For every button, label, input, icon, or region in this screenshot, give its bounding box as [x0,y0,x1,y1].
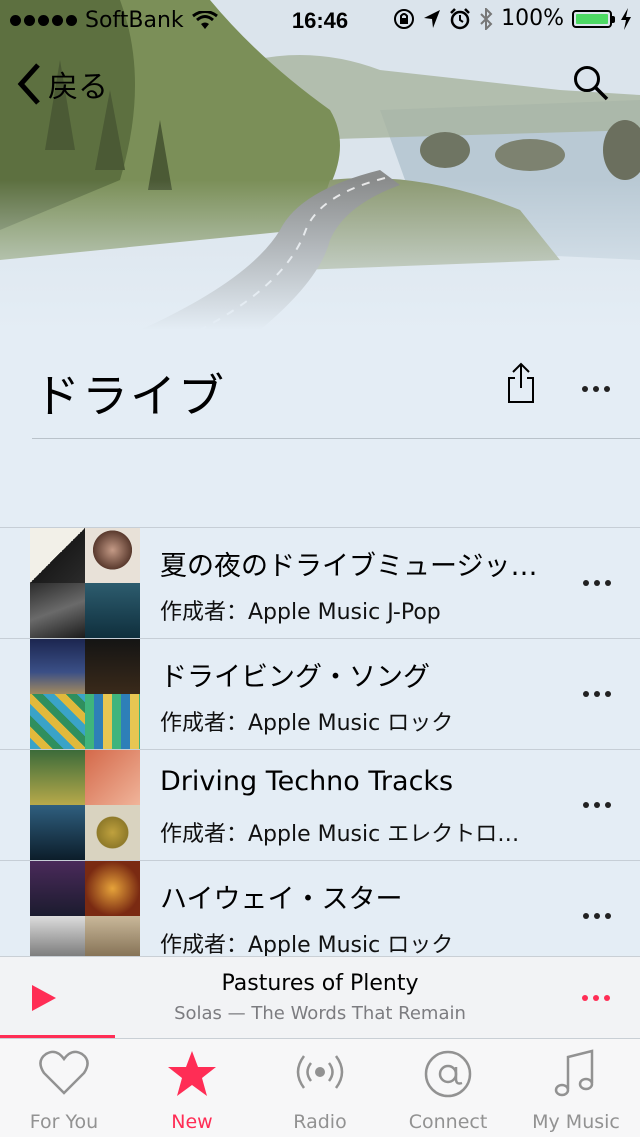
charging-icon [621,7,631,30]
tab-label: My Music [532,1111,620,1133]
page-title: ドライブ [34,369,226,423]
orientation-lock-icon [394,8,415,29]
playlist-list: 夏の夜のドライブミュージッ… 作成者：Apple Music J-Pop ドライ… [0,527,640,971]
row-more-button[interactable] [583,691,611,697]
star-icon [168,1051,216,1096]
tab-label: Connect [408,1111,488,1133]
playlist-author: 作成者：Apple Music エレクトロ… [160,822,520,847]
share-icon [508,362,534,403]
player-more-button[interactable] [582,995,610,1001]
location-icon [424,9,441,28]
tab-connect[interactable]: Connect [384,1039,512,1137]
playlist-artwork [30,861,140,971]
alarm-icon [450,7,470,29]
now-playing-artist: Solas — The Words That Remain [174,1003,466,1024]
tab-my-music[interactable]: My Music [512,1039,640,1137]
playlist-author: 作成者：Apple Music J-Pop [160,600,441,625]
playlist-author: 作成者：Apple Music ロック [160,711,454,736]
hero-image [0,0,640,330]
tab-for-you[interactable]: For You [0,1039,128,1137]
search-icon [574,66,609,101]
tab-label: For You [29,1111,99,1133]
more-button[interactable] [582,386,610,392]
playlist-artwork [30,528,140,638]
music-note-icon [554,1049,594,1097]
divider [32,438,640,439]
bluetooth-icon [480,7,493,30]
tab-radio[interactable]: Radio [256,1039,384,1137]
back-label: 戻る [48,70,108,105]
tab-label: New [171,1111,213,1133]
at-icon [424,1050,472,1098]
playlist-artwork [30,750,140,860]
row-more-button[interactable] [583,580,611,586]
battery-icon [572,9,615,28]
playlist-author: 作成者：Apple Music ロック [160,933,454,958]
back-button[interactable]: 戻る [16,62,108,106]
tab-bar: For You New Radio Connect My Music [0,1038,640,1137]
radio-icon [296,1055,344,1089]
hero-fade [0,180,640,330]
row-more-button[interactable] [583,802,611,808]
playlist-title: ハイウェイ・スター [160,884,403,915]
playlist-title: ドライビング・ソング [160,662,430,693]
tab-new[interactable]: New [128,1039,256,1137]
list-item[interactable]: 夏の夜のドライブミュージッ… 作成者：Apple Music J-Pop [0,527,640,638]
playlist-title: 夏の夜のドライブミュージッ… [160,551,538,582]
search-button[interactable] [572,64,610,106]
playlist-artwork [30,639,140,749]
list-item[interactable]: Driving Techno Tracks 作成者：Apple Music エレ… [0,749,640,860]
row-more-button[interactable] [583,913,611,919]
battery-percentage: 100% [501,6,564,31]
now-playing-title: Pastures of Plenty [221,971,419,996]
mini-player[interactable]: Pastures of Plenty Solas — The Words Tha… [0,956,640,1039]
chevron-left-icon [17,63,40,105]
heart-icon [39,1050,89,1095]
list-item[interactable]: ドライビング・ソング 作成者：Apple Music ロック [0,638,640,749]
playlist-title: Driving Techno Tracks [160,766,454,797]
list-item[interactable]: ハイウェイ・スター 作成者：Apple Music ロック [0,860,640,971]
tab-label: Radio [293,1111,347,1133]
status-bar: SoftBank 16:46 100% [0,0,640,40]
share-button[interactable] [505,362,537,408]
